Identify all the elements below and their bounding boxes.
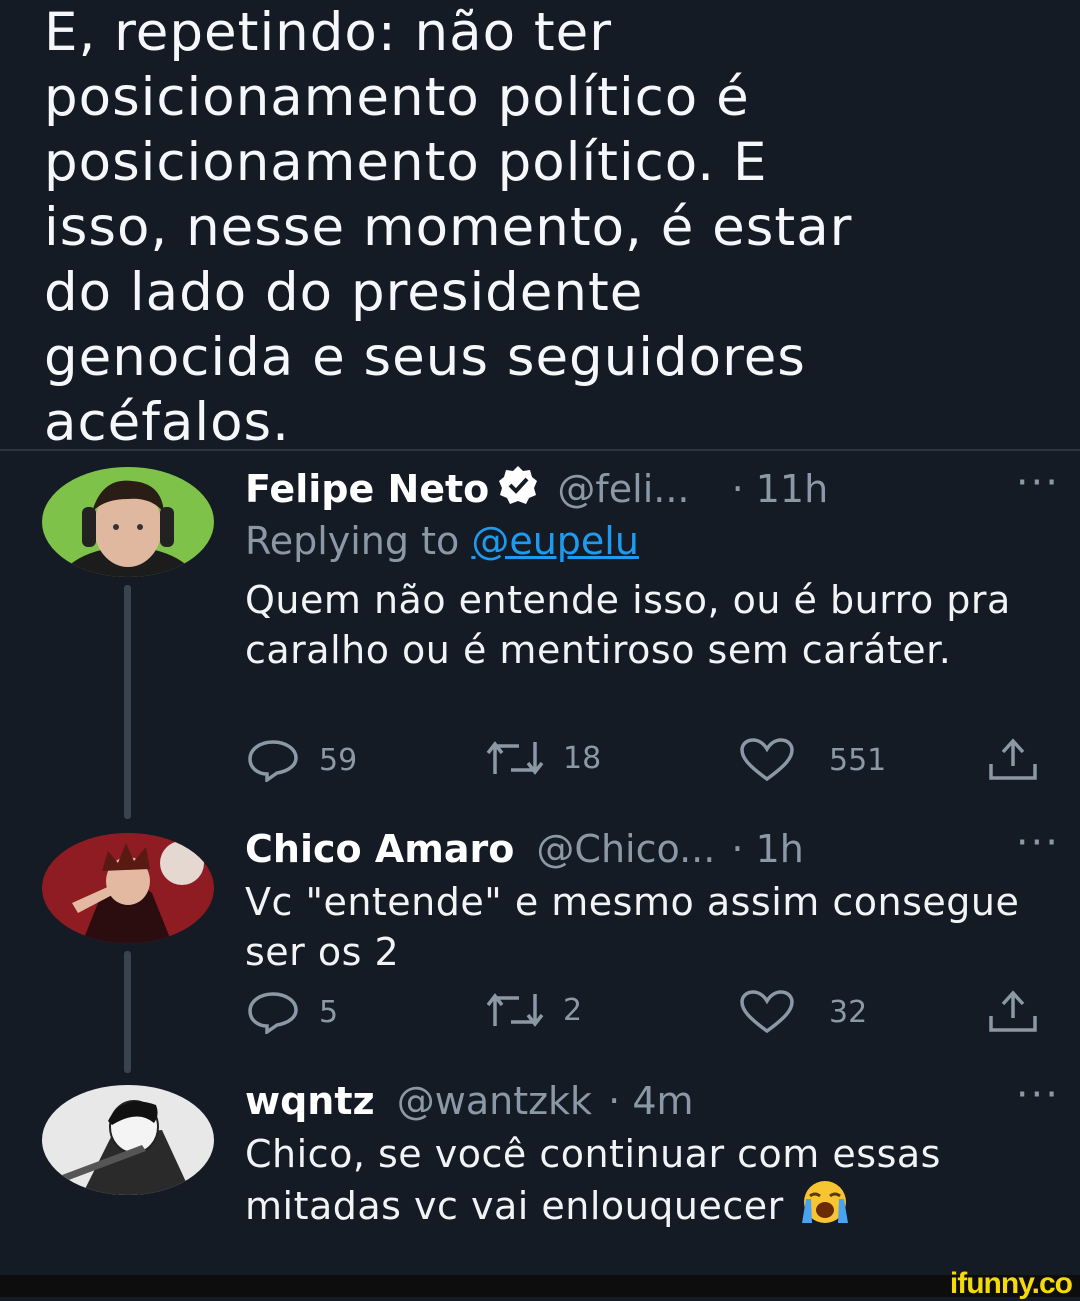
display-name[interactable]: Felipe Neto bbox=[245, 467, 489, 511]
like-count: 32 bbox=[829, 994, 868, 1030]
avatar[interactable] bbox=[42, 467, 214, 577]
handle[interactable]: @feli... bbox=[557, 467, 689, 511]
replying-to-link[interactable]: @eupelu bbox=[471, 519, 639, 563]
ifunny-watermark: ifunny.co bbox=[949, 1267, 1073, 1300]
replying-to: Replying to @eupelu bbox=[245, 515, 639, 567]
retweet-count: 18 bbox=[563, 740, 602, 776]
quote-line: do lado do presidente bbox=[44, 262, 644, 323]
retweet-icon bbox=[486, 741, 544, 775]
share-button[interactable] bbox=[985, 738, 1041, 782]
display-name[interactable]: wqntz bbox=[245, 1079, 375, 1123]
tweet-header: Felipe Neto @feli... · 11h ··· bbox=[245, 460, 1060, 515]
tweet-header: wqntz @wantzkk · 4m ··· bbox=[245, 1072, 1060, 1127]
share-button[interactable] bbox=[985, 990, 1041, 1034]
loudly-crying-face-icon bbox=[796, 1179, 854, 1225]
timestamp[interactable]: · 4m bbox=[608, 1079, 693, 1123]
retweet-icon bbox=[486, 993, 544, 1027]
retweet-button[interactable]: 2 bbox=[485, 990, 582, 1030]
reply-icon bbox=[248, 992, 298, 1034]
handle[interactable]: @Chico... bbox=[536, 827, 715, 871]
quoted-tweet-text: E, repetindo: não ter posicionamento pol… bbox=[44, 0, 1074, 455]
tweet-actions: 59 18 551 bbox=[245, 738, 1045, 788]
like-count: 551 bbox=[829, 742, 887, 778]
reply-icon bbox=[248, 740, 298, 782]
display-name[interactable]: Chico Amaro bbox=[245, 827, 514, 871]
heart-icon bbox=[740, 990, 794, 1034]
quote-line: acéfalos. bbox=[44, 392, 290, 453]
timestamp[interactable]: · 11h bbox=[732, 467, 829, 511]
quote-line: isso, nesse momento, é estar bbox=[44, 197, 853, 258]
reply-button[interactable]: 59 bbox=[245, 738, 357, 782]
quote-line: posicionamento político. E bbox=[44, 132, 768, 193]
share-icon bbox=[989, 990, 1037, 1032]
tweet-body: Vc "entende" e mesmo assim consegue ser … bbox=[245, 880, 1020, 974]
retweet-count: 2 bbox=[563, 992, 583, 1028]
thread-line bbox=[124, 951, 131, 1073]
more-options-icon[interactable]: ··· bbox=[1016, 1069, 1060, 1121]
avatar[interactable] bbox=[42, 833, 214, 943]
tweet-actions: 5 2 32 bbox=[245, 990, 1045, 1040]
verified-badge-icon bbox=[497, 464, 539, 519]
quote-line: E, repetindo: não ter bbox=[44, 2, 613, 63]
retweet-button[interactable]: 18 bbox=[485, 738, 601, 778]
more-options-icon[interactable]: ··· bbox=[1016, 457, 1060, 509]
watermark-bar: ifunny.co bbox=[0, 1267, 1080, 1300]
more-options-icon[interactable]: ··· bbox=[1016, 817, 1060, 869]
divider bbox=[0, 449, 1080, 451]
thread-line bbox=[124, 585, 131, 819]
handle[interactable]: @wantzkk bbox=[397, 1079, 592, 1123]
avatar[interactable] bbox=[42, 1085, 214, 1195]
share-icon bbox=[989, 738, 1037, 780]
reply-button[interactable]: 5 bbox=[245, 990, 338, 1034]
reply-count: 5 bbox=[319, 994, 339, 1030]
quote-line: genocida e seus seguidores bbox=[44, 327, 806, 388]
like-button[interactable]: 32 bbox=[739, 990, 867, 1034]
reply-count: 59 bbox=[319, 742, 358, 778]
tweet-body: Quem não entende isso, ou é burro pra ca… bbox=[245, 578, 1011, 672]
tweet-header: Chico Amaro @Chico... · 1h ··· bbox=[245, 820, 1060, 875]
quote-line: posicionamento político é bbox=[44, 67, 750, 128]
replying-to-label: Replying to bbox=[245, 519, 472, 563]
like-button[interactable]: 551 bbox=[739, 738, 886, 782]
heart-icon bbox=[740, 738, 794, 782]
tweet-body: Chico, se você continuar com essas mitad… bbox=[245, 1129, 1065, 1231]
timestamp[interactable]: · 1h bbox=[731, 827, 803, 871]
